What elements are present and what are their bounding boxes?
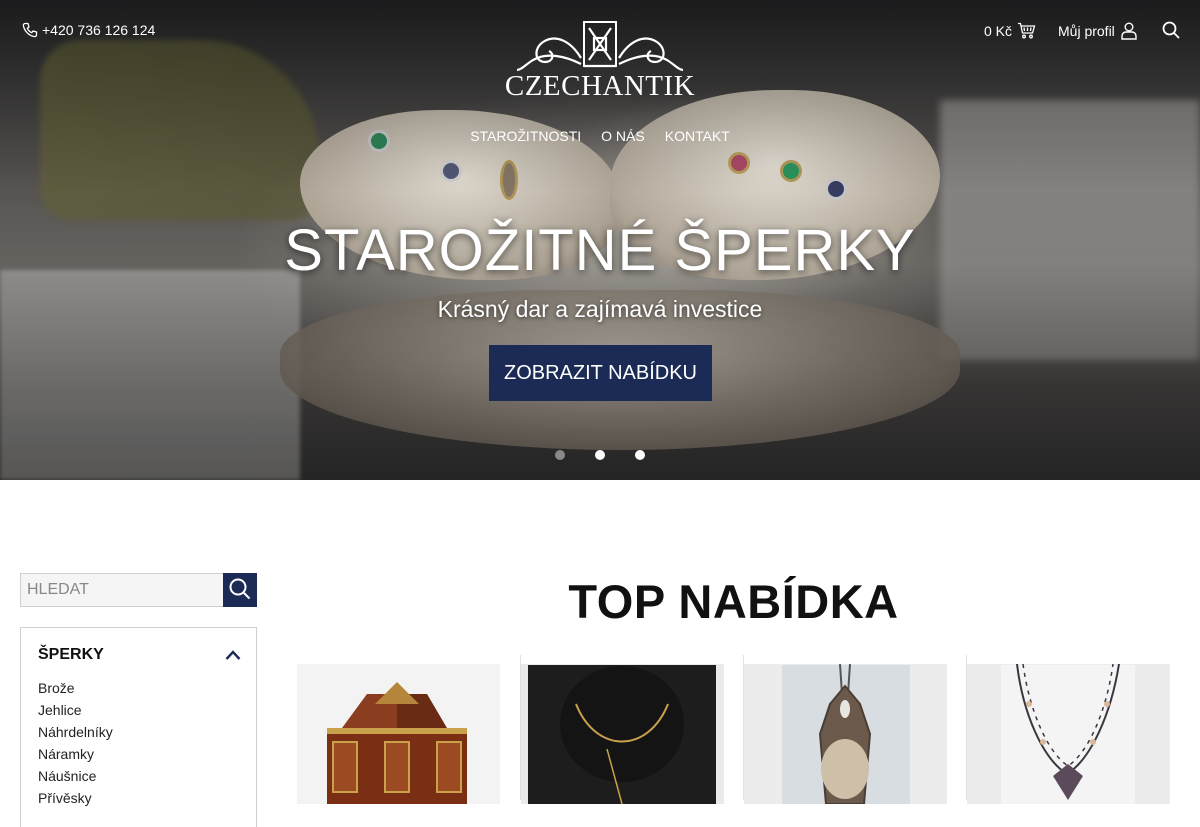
search-submit-button[interactable] <box>223 573 257 607</box>
product-image[interactable] <box>967 664 1170 804</box>
user-icon <box>1121 22 1137 40</box>
category-item-privesky[interactable]: Přívěsky <box>38 789 113 811</box>
search-input[interactable] <box>20 573 223 607</box>
header-search-button[interactable] <box>1162 21 1180 39</box>
product-image[interactable] <box>744 664 947 804</box>
site-logo[interactable]: CZECHANTIK <box>500 20 700 102</box>
product-card[interactable] <box>743 655 956 804</box>
main-nav: STAROŽITNOSTI O NÁS KONTAKT <box>0 128 1200 144</box>
show-offer-button[interactable]: ZOBRAZIT NABÍDKU <box>489 345 712 401</box>
slider-dots <box>0 450 1200 460</box>
category-item-jehlice[interactable]: Jehlice <box>38 701 113 723</box>
nav-item-o-nas[interactable]: O NÁS <box>601 128 645 144</box>
product-card[interactable] <box>966 655 1179 804</box>
section-title: TOP NABÍDKA <box>568 575 899 628</box>
cart-total: 0 Kč <box>984 22 1013 39</box>
slider-dot-3[interactable] <box>635 450 645 460</box>
product-grid <box>297 655 1179 804</box>
sidebar-search <box>20 573 257 607</box>
nav-item-starozitnosti[interactable]: STAROŽITNOSTI <box>470 128 581 144</box>
hero-subtitle: Krásný dar a zajímavá investice <box>437 296 763 322</box>
search-icon <box>1162 21 1180 39</box>
logo-ornament <box>516 21 684 72</box>
slider-dot-2[interactable] <box>595 450 605 460</box>
logo-text: CZECHANTIK <box>504 70 696 102</box>
profile-label: Můj profil <box>1058 23 1115 39</box>
chevron-up-icon[interactable] <box>225 648 241 666</box>
category-item-nausnice[interactable]: Náušnice <box>38 767 113 789</box>
nav-item-kontakt[interactable]: KONTAKT <box>665 128 730 144</box>
product-image[interactable] <box>521 664 724 804</box>
search-icon <box>229 578 251 603</box>
slider-dot-1[interactable] <box>555 450 565 460</box>
product-image[interactable] <box>297 664 500 804</box>
category-panel: ŠPERKY Brože Jehlice Náhrdelníky Náramky… <box>20 627 257 827</box>
product-card[interactable] <box>297 655 510 804</box>
product-card[interactable] <box>520 655 733 804</box>
category-list: Brože Jehlice Náhrdelníky Náramky Náušni… <box>38 679 113 811</box>
phone-icon <box>22 22 38 38</box>
category-item-nahrdelniky[interactable]: Náhrdelníky <box>38 723 113 745</box>
phone-number: +420 736 126 124 <box>42 22 156 38</box>
category-item-naramky[interactable]: Náramky <box>38 745 113 767</box>
category-title[interactable]: ŠPERKY <box>38 646 104 664</box>
profile-link[interactable]: Můj profil <box>1058 22 1137 40</box>
cart-icon <box>1017 22 1036 39</box>
hero-title: STAROŽITNÉ ŠPERKY <box>284 218 916 283</box>
phone-link[interactable]: +420 736 126 124 <box>22 22 155 38</box>
category-item-broze[interactable]: Brože <box>38 679 113 701</box>
cart-button[interactable]: 0 Kč <box>984 22 1036 39</box>
